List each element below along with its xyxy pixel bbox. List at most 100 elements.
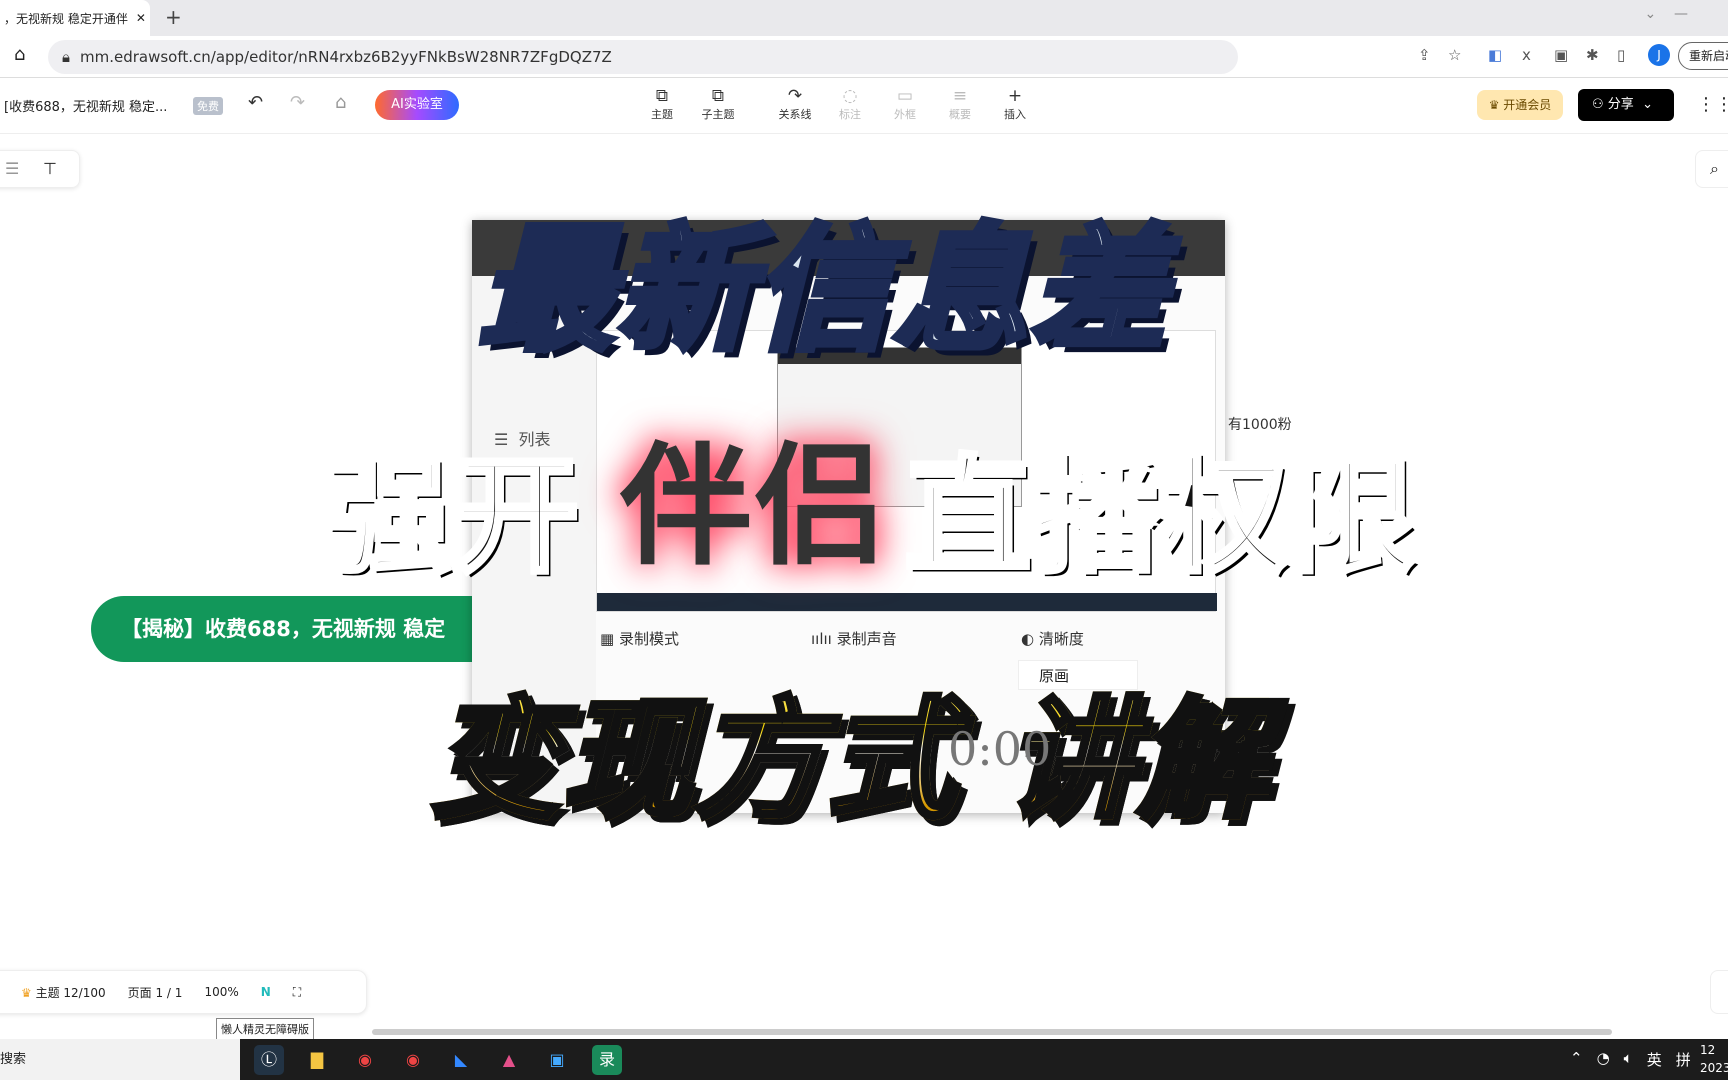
app-icon[interactable]: ◣: [446, 1045, 476, 1075]
chrome-icon[interactable]: ◉: [398, 1045, 428, 1075]
extension-x-icon[interactable]: x: [1522, 46, 1531, 64]
crown-icon: ♛: [1488, 98, 1500, 112]
tool-icon: ◌: [842, 86, 858, 106]
recorder-app-icon[interactable]: 录: [592, 1045, 622, 1075]
quality-icon: ◐: [1021, 630, 1035, 648]
file-explorer-icon[interactable]: ▇: [302, 1045, 332, 1075]
tooltip: 懒人精灵无障碍版: [216, 1018, 314, 1040]
input-method[interactable]: 拼: [1676, 1049, 1691, 1070]
input-language[interactable]: 英: [1647, 1049, 1662, 1070]
browser-tab[interactable]: ，无视新规 稳定开通伴 ✕: [0, 0, 150, 36]
extensions-puzzle-icon[interactable]: ✱: [1586, 46, 1599, 64]
tool-label: 概要: [949, 108, 971, 121]
vip-label: 开通会员: [1503, 98, 1552, 112]
horizontal-scrollbar[interactable]: [372, 1029, 1612, 1035]
tool-label: 插入: [1004, 108, 1026, 121]
tool-icon: ▭: [896, 86, 914, 106]
tool-3[interactable]: ◌ 标注: [825, 86, 875, 122]
extension-box-icon[interactable]: ▣: [1554, 46, 1568, 64]
free-badge: 免费: [193, 97, 223, 115]
tool-icon: ⧉: [655, 86, 669, 106]
tool-5[interactable]: ≡ 概要: [935, 86, 985, 122]
record-audio-option[interactable]: ıılıı 录制声音: [811, 628, 897, 649]
side-panel-button[interactable]: [1710, 970, 1728, 1014]
android-icon[interactable]: ▲: [494, 1045, 524, 1075]
overlay-headline-2c: 直播权限: [903, 441, 1418, 593]
clock[interactable]: 12 2023: [1700, 1041, 1728, 1077]
tool-label: 主题: [651, 108, 673, 121]
translate-extension-icon[interactable]: ◧: [1488, 46, 1502, 64]
page-value: 1 / 1: [155, 985, 183, 1000]
tool-label: 关系线: [778, 108, 812, 121]
url-text: mm.edrawsoft.cn/app/editor/nRN4rxbz6B2yy…: [79, 48, 612, 66]
view-toggle[interactable]: ☰ ⊤: [0, 150, 80, 188]
overlay-headline-2a: 强开: [323, 441, 582, 593]
ai-lab-button[interactable]: AI实验室: [375, 90, 459, 120]
overlay-headline-1: 最新信息差: [475, 209, 1169, 373]
overlay-headline-3: 变现方式 讲解: [427, 655, 1269, 843]
address-bar[interactable]: 🔒︎ mm.edrawsoft.cn/app/editor/nRN4rxbz6B2…: [48, 40, 1238, 74]
tool-label: 子主题: [701, 108, 735, 121]
share-page-icon[interactable]: ⇪: [1418, 46, 1431, 64]
tool-4[interactable]: ▭ 外框: [880, 86, 930, 122]
profile-avatar[interactable]: J: [1648, 44, 1670, 66]
quality-option[interactable]: ◐ 清晰度: [1021, 628, 1084, 649]
document-title[interactable]: [收费688，无视新规 稳定...: [4, 96, 167, 115]
option-label: 录制声音: [836, 630, 897, 648]
apps-grid-icon[interactable]: ⋮⋮⋮: [1697, 94, 1728, 115]
editor-toolbar: [收费688，无视新规 稳定... 免费 ↶ ↷ ⌂ AI实验室 ⧉ 主题 ⧉ 子主题…: [0, 78, 1728, 134]
tool-1[interactable]: ⧉ 子主题: [693, 86, 743, 122]
redo-icon[interactable]: ↷: [290, 92, 305, 113]
page-label: 页面: [127, 985, 152, 1000]
app-icon[interactable]: Ⓛ: [254, 1045, 284, 1075]
share-button[interactable]: ⚇ 分享 ⌄: [1578, 89, 1674, 121]
share-label: 分享: [1607, 97, 1634, 112]
restart-button[interactable]: 重新启动: [1678, 42, 1728, 70]
tool-2[interactable]: ↷ 关系线: [770, 86, 820, 122]
topic-count: ♛ 主题 12/100: [21, 984, 106, 1001]
tool-6[interactable]: + 插入: [990, 86, 1040, 122]
waveform-icon: ıılıı: [811, 630, 832, 648]
chrome-icon[interactable]: ◉: [350, 1045, 380, 1075]
volume-icon[interactable]: 🔈︎: [1624, 1049, 1633, 1070]
tool-icon: +: [1007, 86, 1023, 106]
side-panel-icon[interactable]: ▯: [1617, 46, 1625, 64]
fullscreen-icon[interactable]: ⛶: [293, 985, 301, 1000]
tool-icon: ≡: [952, 86, 968, 106]
option-label: 清晰度: [1038, 630, 1084, 648]
record-mode-option[interactable]: ▦ 录制模式: [600, 628, 679, 649]
zoom-level[interactable]: 100%: [204, 985, 238, 999]
topic-count-text: 主题 12/100: [35, 985, 106, 1000]
home-icon[interactable]: ⌂: [14, 44, 25, 65]
vip-button[interactable]: ♛ 开通会员: [1477, 90, 1563, 120]
app-icon[interactable]: ▣: [542, 1045, 572, 1075]
grid-icon: ▦: [600, 630, 615, 648]
editor-status-bar: ♛ 主题 12/100 页面 1 / 1 100% N ⛶: [0, 970, 367, 1014]
presentation-icon[interactable]: ⊤: [43, 159, 57, 178]
format-painter-icon[interactable]: ⌂: [335, 92, 346, 113]
chevron-up-icon[interactable]: ⌃: [1570, 1049, 1583, 1070]
page-indicator: 页面 1 / 1: [128, 984, 183, 1001]
windows-taskbar: 搜索 Ⓛ ▇ ◉ ◉ ◣ ▲ ▣ 录 ⌃ ◔ 🔈︎ 英 拼 12 2023: [0, 1039, 1728, 1080]
mindmap-topic-node[interactable]: 【揭秘】收费688，无视新规 稳定: [91, 596, 511, 662]
app-logo-icon[interactable]: N: [261, 985, 271, 999]
wifi-icon[interactable]: ◔: [1597, 1049, 1610, 1070]
bookmark-star-icon[interactable]: ☆: [1448, 46, 1461, 64]
tool-0[interactable]: ⧉ 主题: [637, 86, 687, 122]
outline-icon[interactable]: ☰: [5, 159, 19, 178]
tool-icon: ↷: [787, 86, 803, 106]
recording-timer: 0:00: [948, 722, 1052, 776]
tab-search-icon[interactable]: ⌄ —: [1644, 6, 1688, 22]
tool-label: 标注: [839, 108, 861, 121]
lock-icon: 🔒︎: [62, 48, 70, 66]
close-tab-icon[interactable]: ✕: [136, 11, 146, 25]
chevron-down-icon[interactable]: ⌄: [1642, 97, 1653, 112]
search-icon[interactable]: ⌕: [1695, 150, 1728, 188]
option-label: 录制模式: [618, 630, 679, 648]
undo-icon[interactable]: ↶: [248, 92, 263, 113]
taskbar-search[interactable]: 搜索: [0, 1039, 240, 1080]
overlay-headline-2b: 伴侣: [620, 430, 888, 584]
browser-tab-strip: ，无视新规 稳定开通伴 ✕ + ⌄ —: [0, 0, 1728, 36]
tool-icon: ⧉: [711, 86, 725, 106]
new-tab-button[interactable]: +: [165, 5, 182, 29]
